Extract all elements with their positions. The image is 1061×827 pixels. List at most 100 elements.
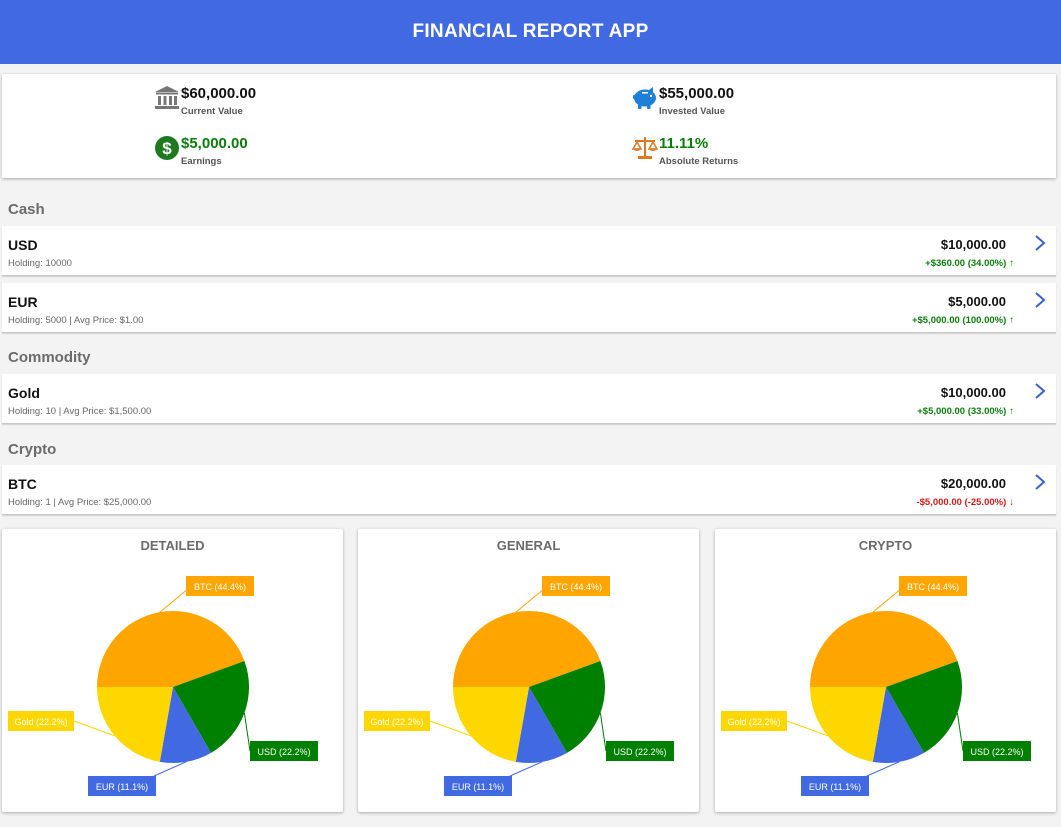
svg-text:USD (22.2%): USD (22.2%) xyxy=(257,747,310,757)
arrow-up-icon: ↑ xyxy=(1009,406,1014,417)
section-title-commodity: Commodity xyxy=(8,349,91,366)
svg-text:BTC (44.4%): BTC (44.4%) xyxy=(194,582,246,592)
invested-value: $55,000.00 xyxy=(659,85,735,102)
holding-value: $20,000.00 xyxy=(940,476,1006,491)
holding-change-text: -$5,000.00 (-25.00%) xyxy=(916,497,1007,508)
holding-row-gold[interactable]: Gold Holding: 10 | Avg Price: $1,500.00 … xyxy=(2,374,1056,424)
svg-text:Gold (22.2%): Gold (22.2%) xyxy=(727,717,780,727)
section-title-crypto: Crypto xyxy=(8,441,57,458)
holding-row-btc[interactable]: BTC Holding: 1 | Avg Price: $25,000.00 $… xyxy=(2,465,1056,515)
chart-card-crypto: BTC (44.4%) USD (22.2%) EUR (11.1%) Gold (2… xyxy=(715,529,1056,812)
chevron-right-icon[interactable] xyxy=(1034,382,1046,400)
pie-label-usd: USD (22.2%) xyxy=(963,741,1031,761)
pie-slice-gold[interactable] xyxy=(810,687,886,762)
section-title-cash: Cash xyxy=(8,201,45,218)
chevron-right-icon[interactable] xyxy=(1034,234,1046,252)
pie-label-usd: USD (22.2%) xyxy=(606,741,674,761)
pie-label-gold: Gold (22.2%) xyxy=(8,711,74,731)
bank-icon xyxy=(155,86,179,109)
holding-value: $10,000.00 xyxy=(940,385,1006,400)
pie-label-leader-line xyxy=(153,761,187,777)
pie-slice-gold[interactable] xyxy=(453,687,529,762)
holding-change: +$360.00 (34.00%) ↑ xyxy=(925,258,1014,269)
pie-label-btc: BTC (44.4%) xyxy=(542,576,610,596)
arrow-down-icon: ↓ xyxy=(1009,497,1014,508)
pie-label-leader-line xyxy=(509,761,543,777)
arrow-up-icon: ↑ xyxy=(1009,315,1014,326)
holding-change: +$5,000.00 (33.00%) ↑ xyxy=(917,406,1014,417)
scale-icon xyxy=(632,137,658,159)
holding-details: Holding: 10000 xyxy=(8,258,72,269)
svg-text:EUR (11.1%): EUR (11.1%) xyxy=(809,782,861,792)
pie-label-leader-line xyxy=(599,712,607,752)
pie-label-eur: EUR (11.1%) xyxy=(88,776,156,796)
pie-label-btc: BTC (44.4%) xyxy=(899,576,967,596)
pie-label-leader-line xyxy=(956,712,964,752)
holding-change: +$5,000.00 (100.00%) ↑ xyxy=(912,315,1014,326)
chart-title: GENERAL xyxy=(496,538,561,553)
holding-value: $10,000.00 xyxy=(940,237,1006,252)
chart-card-general: BTC (44.4%) USD (22.2%) EUR (11.1%) Gold (2… xyxy=(358,529,699,812)
current-value-stat: $60,000.00 Current Value xyxy=(154,85,256,117)
pie-label-leader-line xyxy=(872,587,903,613)
pie-label-eur: EUR (11.1%) xyxy=(801,776,869,796)
svg-text:BTC (44.4%): BTC (44.4%) xyxy=(550,582,602,592)
current-value: $60,000.00 xyxy=(181,85,257,102)
svg-text:Gold (22.2%): Gold (22.2%) xyxy=(14,717,67,727)
holding-row-usd[interactable]: USD Holding: 10000 $10,000.00 +$360.00 (… xyxy=(2,226,1056,276)
svg-text:EUR (11.1%): EUR (11.1%) xyxy=(452,782,504,792)
chevron-right-icon[interactable] xyxy=(1034,291,1046,309)
chevron-right-icon[interactable] xyxy=(1034,473,1046,491)
holding-change: -$5,000.00 (-25.00%) ↓ xyxy=(916,497,1014,508)
chart-card-detailed: BTC (44.4%) USD (22.2%) EUR (11.1%) Gold (2… xyxy=(2,529,343,812)
chart-title: DETAILED xyxy=(140,538,205,553)
pie-label-leader-line xyxy=(515,587,546,613)
invested-value-label: Invested Value xyxy=(659,106,726,117)
absolute-returns-stat: 11.11% Absolute Returns xyxy=(632,135,738,167)
holding-name: BTC xyxy=(8,476,37,492)
pie-chart-general: BTC (44.4%) USD (22.2%) EUR (11.1%) Gold (2… xyxy=(364,576,674,796)
absolute-returns-value: 11.11% xyxy=(659,135,709,152)
holding-change-text: +$360.00 (34.00%) xyxy=(925,258,1007,269)
earnings-value: $5,000.00 xyxy=(181,135,248,152)
pie-label-btc: BTC (44.4%) xyxy=(186,576,254,596)
holding-name: USD xyxy=(8,237,38,253)
svg-text:BTC (44.4%): BTC (44.4%) xyxy=(907,582,959,592)
svg-text:Gold (22.2%): Gold (22.2%) xyxy=(370,717,423,727)
holding-change-text: +$5,000.00 (33.00%) xyxy=(917,406,1007,417)
pie-label-usd: USD (22.2%) xyxy=(250,741,318,761)
arrow-up-icon: ↑ xyxy=(1009,258,1014,269)
pie-chart-crypto: BTC (44.4%) USD (22.2%) EUR (11.1%) Gold (2… xyxy=(721,576,1031,796)
app-header: FINANCIAL REPORT APP xyxy=(0,0,1061,64)
svg-text:USD (22.2%): USD (22.2%) xyxy=(970,747,1023,757)
earnings-stat: $ $5,000.00 Earnings xyxy=(154,135,248,167)
earnings-label: Earnings xyxy=(181,156,222,167)
holding-change-text: +$5,000.00 (100.00%) xyxy=(911,315,1007,326)
holding-row-eur[interactable]: EUR Holding: 5000 | Avg Price: $1.00 $5,… xyxy=(2,283,1056,333)
portfolio-summary: $60,000.00 Current Value $55,000.00 Inve… xyxy=(2,74,1056,178)
pie-label-leader-line xyxy=(243,712,251,752)
pie-slice-gold[interactable] xyxy=(97,687,173,762)
holding-name: EUR xyxy=(8,294,38,310)
pie-chart-detailed: BTC (44.4%) USD (22.2%) EUR (11.1%) Gold (2… xyxy=(8,576,318,796)
holding-details: Holding: 10 | Avg Price: $1,500.00 xyxy=(8,406,152,417)
pie-label-leader-line xyxy=(866,761,900,777)
dollar-icon: $ xyxy=(155,136,179,160)
absolute-returns-label: Absolute Returns xyxy=(659,156,739,167)
holding-details: Holding: 5000 | Avg Price: $1.00 xyxy=(8,315,144,326)
svg-text:USD (22.2%): USD (22.2%) xyxy=(613,747,666,757)
holding-name: Gold xyxy=(8,385,40,401)
pie-label-gold: Gold (22.2%) xyxy=(364,711,430,731)
invested-value-stat: $55,000.00 Invested Value xyxy=(632,85,734,117)
pie-label-leader-line xyxy=(159,587,190,613)
current-value-label: Current Value xyxy=(181,106,243,117)
pie-label-eur: EUR (11.1%) xyxy=(444,776,512,796)
piggy-bank-icon xyxy=(633,87,656,109)
holding-details: Holding: 1 | Avg Price: $25,000.00 xyxy=(8,497,152,508)
svg-text:$: $ xyxy=(162,139,172,158)
pie-label-gold: Gold (22.2%) xyxy=(721,711,787,731)
holding-value: $5,000.00 xyxy=(948,294,1006,309)
svg-text:EUR (11.1%): EUR (11.1%) xyxy=(96,782,148,792)
chart-title: CRYPTO xyxy=(858,538,913,553)
app-title: FINANCIAL REPORT APP xyxy=(412,21,649,42)
